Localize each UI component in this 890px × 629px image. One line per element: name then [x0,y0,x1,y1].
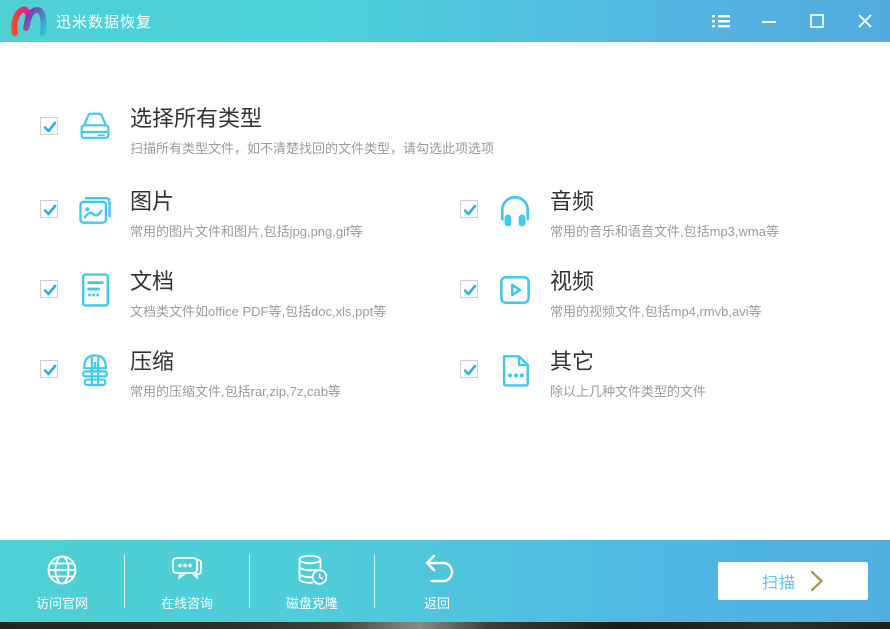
documents-label: 文档 [130,269,175,294]
back-label: 返回 [423,595,450,611]
online-consult-button[interactable]: 在线咨询 [125,540,249,622]
video-checkbox[interactable] [460,280,478,298]
document-icon [75,270,115,310]
maximize-icon[interactable] [806,10,828,32]
file-type-grid: 图片 常用的图片文件和图片,包括jpg,png,gif等 音频 常用的音乐和语音… [40,188,890,428]
archive-label: 压缩 [130,349,175,374]
disk-clone-button[interactable]: 磁盘克隆 [250,540,374,622]
visit-website-button[interactable]: 访问官网 [0,540,124,622]
file-type-item-audio: 音频 常用的音乐和语音文件,包括mp3,wma等 [460,188,890,268]
globe-icon [43,551,81,589]
footer-actions: 访问官网 在线咨询 磁盘克隆 返回 [0,540,499,622]
footer-toolbar: 访问官网 在线咨询 磁盘克隆 返回 扫描 [0,540,890,622]
disk-clone-label: 磁盘克隆 [285,595,338,611]
other-checkbox[interactable] [460,360,478,378]
other-label: 其它 [550,349,595,374]
documents-desc: 文档类文件如office PDF等,包括doc,xls,ppt等 [130,304,387,319]
chat-icon [168,551,206,589]
menu-list-icon[interactable] [710,10,732,32]
images-desc: 常用的图片文件和图片,包括jpg,png,gif等 [130,224,363,239]
audio-label: 音频 [550,189,595,214]
archive-checkbox[interactable] [40,360,58,378]
select-all-label: 选择所有类型 [130,106,263,131]
select-all-checkbox[interactable] [40,117,58,135]
images-label: 图片 [130,189,175,214]
image-icon [75,190,115,230]
file-type-item-archive: 压缩 常用的压缩文件,包括rar,zip,7z,cab等 [40,348,460,428]
scan-button[interactable]: 扫描 [718,562,868,600]
file-type-panel: 选择所有类型 扫描所有类型文件，如不清楚找回的文件类型，请勾选此项选项 图片 常… [0,42,890,540]
images-checkbox[interactable] [40,200,58,218]
window-controls [710,10,876,32]
titlebar: 迅米数据恢复 [0,0,890,42]
back-button[interactable]: 返回 [375,540,499,622]
documents-checkbox[interactable] [40,280,58,298]
video-play-icon [495,270,535,310]
headphones-icon [495,190,535,230]
file-type-item-video: 视频 常用的视频文件,包括mp4,rmvb,avi等 [460,268,890,348]
app-window: 迅米数据恢复 选择所有类型 扫描所有类型文件，如不清楚找回的文件类型，请勾选此项… [0,0,890,629]
video-desc: 常用的视频文件,包括mp4,rmvb,avi等 [550,304,762,319]
scan-chevron-icon [810,570,824,592]
back-arrow-icon [418,551,456,589]
archive-icon [75,350,115,390]
other-desc: 除以上几种文件类型的文件 [550,384,707,399]
archive-desc: 常用的压缩文件,包括rar,zip,7z,cab等 [130,384,341,399]
file-type-item-other: 其它 除以上几种文件类型的文件 [460,348,890,428]
file-type-item-documents: 文档 文档类文件如office PDF等,包括doc,xls,ppt等 [40,268,460,348]
disk-clone-icon [293,551,331,589]
app-title: 迅米数据恢复 [56,13,153,31]
visit-website-label: 访问官网 [35,595,88,611]
close-icon[interactable] [854,10,876,32]
file-type-item-select-all: 选择所有类型 扫描所有类型文件，如不清楚找回的文件类型，请勾选此项选项 [40,105,890,157]
online-consult-label: 在线咨询 [160,595,213,611]
video-label: 视频 [550,269,595,294]
drive-icon [75,107,115,147]
minimize-icon[interactable] [758,10,780,32]
scan-button-label: 扫描 [761,575,796,592]
audio-desc: 常用的音乐和语音文件,包括mp3,wma等 [550,224,779,239]
select-all-desc: 扫描所有类型文件，如不清楚找回的文件类型，请勾选此项选项 [130,141,495,156]
audio-checkbox[interactable] [460,200,478,218]
file-type-item-images: 图片 常用的图片文件和图片,包括jpg,png,gif等 [40,188,460,268]
app-logo-icon [10,6,48,36]
file-dots-icon [495,350,535,390]
desktop-edge-strip [0,622,890,629]
